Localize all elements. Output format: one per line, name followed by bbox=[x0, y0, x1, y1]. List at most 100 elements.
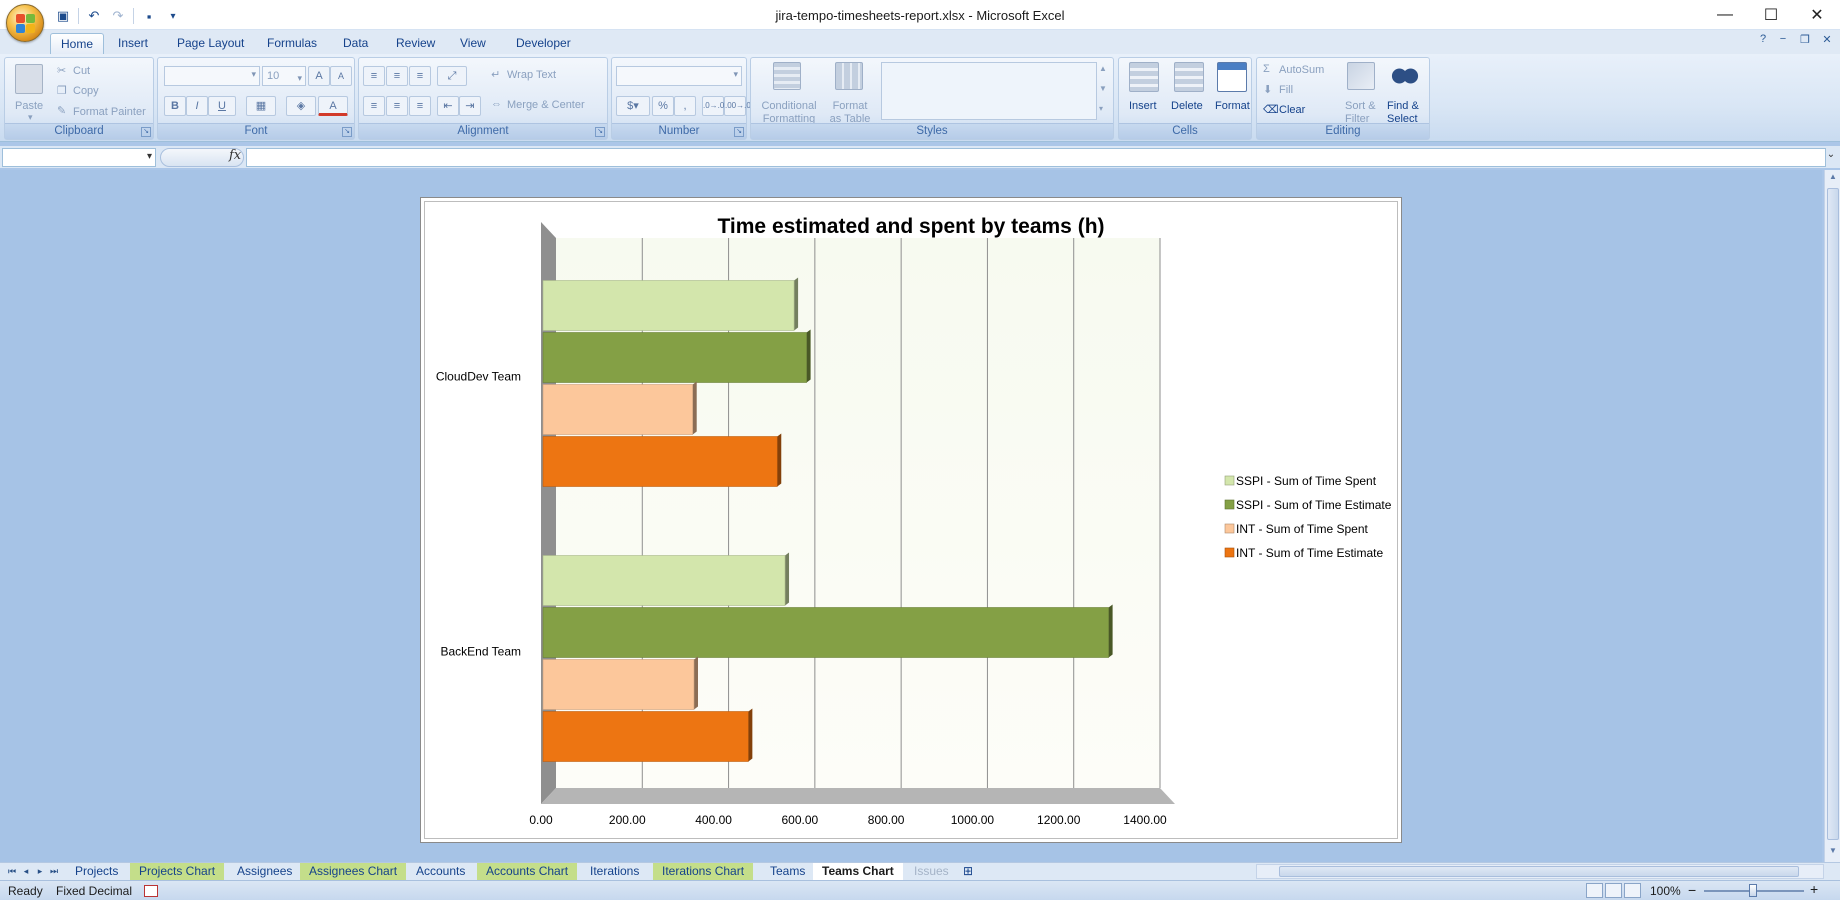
first-sheet-icon[interactable]: ⏮ bbox=[6, 864, 18, 879]
bar[interactable] bbox=[542, 659, 695, 710]
value-axis[interactable]: 0.00 200.00 400.00 600.00 800.00 1000.00 1200.… bbox=[529, 813, 1167, 827]
bar[interactable] bbox=[542, 607, 1109, 658]
bar[interactable] bbox=[542, 555, 786, 606]
sheet-tab-accounts-chart[interactable]: Accounts Chart bbox=[477, 863, 578, 880]
sheet-tab-assignees[interactable]: Assignees bbox=[228, 863, 301, 880]
bar-chart[interactable]: Time estimated and spent by teams (h) Ba… bbox=[421, 198, 1403, 844]
legend-entry[interactable]: INT - Sum of Time Spent bbox=[1236, 522, 1368, 536]
ribbon-close-icon[interactable]: ✕ bbox=[1818, 33, 1836, 49]
insert-function-button[interactable]: fx bbox=[229, 148, 241, 163]
copy-button[interactable]: Copy bbox=[73, 85, 99, 97]
format-painter-button[interactable]: Format Painter bbox=[73, 106, 146, 118]
scroll-up-icon[interactable]: ▲ bbox=[1827, 172, 1839, 186]
bar[interactable] bbox=[542, 332, 807, 383]
bar[interactable] bbox=[542, 436, 778, 487]
last-sheet-icon[interactable]: ⏭ bbox=[48, 864, 60, 879]
gallery-scroll-down-icon[interactable]: ▼ bbox=[1099, 84, 1107, 93]
vertical-scroll-thumb[interactable] bbox=[1827, 188, 1839, 840]
zoom-slider-knob[interactable] bbox=[1749, 884, 1757, 897]
sheet-tab-iterations-chart[interactable]: Iterations Chart bbox=[653, 863, 754, 880]
tab-insert[interactable]: Insert bbox=[108, 33, 158, 54]
font-name-combo[interactable] bbox=[164, 66, 260, 86]
autosum-button[interactable]: AutoSum bbox=[1279, 64, 1324, 76]
format-button[interactable]: Format bbox=[1215, 100, 1250, 112]
sheet-tab-teams-chart[interactable]: Teams Chart bbox=[813, 863, 903, 880]
zoom-out-button[interactable]: − bbox=[1688, 882, 1696, 898]
chart-area[interactable]: Time estimated and spent by teams (h) Ba… bbox=[420, 197, 1402, 843]
gallery-more-icon[interactable]: ▾ bbox=[1099, 104, 1103, 113]
sheet-tab-projects[interactable]: Projects bbox=[66, 863, 127, 880]
fill-button[interactable]: Fill bbox=[1279, 84, 1293, 96]
orientation-icon[interactable]: ⤢ bbox=[437, 66, 467, 86]
ribbon-restore-icon[interactable]: ❐ bbox=[1796, 33, 1814, 49]
sheet-tab-iterations[interactable]: Iterations bbox=[581, 863, 648, 880]
ribbon-minimize-icon[interactable]: − bbox=[1774, 33, 1792, 49]
align-center-icon[interactable]: ≡ bbox=[386, 96, 408, 116]
decrease-indent-icon[interactable]: ⇤ bbox=[437, 96, 459, 116]
zoom-level[interactable]: 100% bbox=[1650, 884, 1681, 898]
comma-button[interactable]: , bbox=[674, 96, 696, 116]
align-left-icon[interactable]: ≡ bbox=[363, 96, 385, 116]
tab-data[interactable]: Data bbox=[333, 33, 378, 54]
page-break-view-icon[interactable] bbox=[1624, 883, 1641, 898]
bold-button[interactable]: B bbox=[164, 96, 186, 116]
scroll-down-icon[interactable]: ▼ bbox=[1827, 846, 1839, 860]
legend-entry[interactable]: SSPI - Sum of Time Spent bbox=[1236, 474, 1377, 488]
formula-input[interactable] bbox=[246, 148, 1826, 167]
tab-review[interactable]: Review bbox=[386, 33, 445, 54]
paste-dropdown-icon[interactable]: ▾ bbox=[28, 112, 33, 123]
increase-indent-icon[interactable]: ⇥ bbox=[459, 96, 481, 116]
increase-decimal-button[interactable]: .0→.00 bbox=[702, 96, 729, 116]
tab-view[interactable]: View bbox=[450, 33, 496, 54]
vertical-scrollbar[interactable]: ▲ ▼ bbox=[1824, 170, 1840, 862]
merge-center-button[interactable]: Merge & Center bbox=[507, 99, 585, 111]
sheet-tab-assignees-chart[interactable]: Assignees Chart bbox=[300, 863, 407, 880]
format-as-table-button[interactable]: Format bbox=[825, 100, 875, 112]
align-top-icon[interactable]: ≡ bbox=[363, 66, 385, 86]
name-box[interactable] bbox=[2, 148, 156, 167]
macro-record-icon[interactable] bbox=[144, 885, 158, 897]
tab-formulas[interactable]: Formulas bbox=[257, 33, 327, 54]
grow-font-button[interactable]: A bbox=[308, 66, 330, 86]
office-button[interactable] bbox=[6, 4, 44, 42]
italic-button[interactable]: I bbox=[186, 96, 208, 116]
paste-button[interactable]: Paste bbox=[15, 100, 43, 112]
align-right-icon[interactable]: ≡ bbox=[409, 96, 431, 116]
normal-view-icon[interactable] bbox=[1586, 883, 1603, 898]
cut-button[interactable]: Cut bbox=[73, 65, 90, 77]
tab-home[interactable]: Home bbox=[50, 33, 105, 54]
sheet-tab-accounts[interactable]: Accounts bbox=[407, 863, 474, 880]
legend-entry[interactable]: SSPI - Sum of Time Estimate bbox=[1236, 498, 1392, 512]
wrap-text-button[interactable]: Wrap Text bbox=[507, 69, 556, 81]
maximize-button[interactable]: ☐ bbox=[1748, 0, 1794, 30]
font-color-button[interactable]: A bbox=[318, 96, 348, 116]
bar[interactable] bbox=[542, 711, 749, 762]
horizontal-scrollbar[interactable] bbox=[1256, 864, 1824, 879]
clear-button[interactable]: Clear bbox=[1279, 104, 1305, 116]
underline-button[interactable]: U bbox=[208, 96, 236, 116]
sheet-tab-issues[interactable]: Issues bbox=[905, 863, 958, 880]
align-bottom-icon[interactable]: ≡ bbox=[409, 66, 431, 86]
next-sheet-icon[interactable]: ▸ bbox=[34, 864, 46, 879]
bar[interactable] bbox=[542, 280, 795, 331]
tab-page-layout[interactable]: Page Layout bbox=[167, 33, 254, 54]
expand-formula-bar-icon[interactable]: ⌄ bbox=[1824, 149, 1838, 166]
font-size-combo[interactable]: 10 bbox=[262, 66, 306, 87]
page-layout-view-icon[interactable] bbox=[1605, 883, 1622, 898]
number-format-combo[interactable] bbox=[616, 66, 742, 86]
category-axis[interactable]: BackEnd Team CloudDev Team bbox=[436, 370, 521, 659]
close-button[interactable]: ✕ bbox=[1794, 0, 1840, 30]
chart-title[interactable]: Time estimated and spent by teams (h) bbox=[717, 215, 1104, 238]
sheet-tab-teams[interactable]: Teams bbox=[761, 863, 814, 880]
alignment-launcher-icon[interactable]: ↘ bbox=[595, 127, 605, 137]
number-launcher-icon[interactable]: ↘ bbox=[734, 127, 744, 137]
conditional-formatting-button[interactable]: Conditional bbox=[755, 100, 823, 112]
bar[interactable] bbox=[542, 384, 694, 435]
percent-button[interactable]: % bbox=[652, 96, 674, 116]
insert-button[interactable]: Insert bbox=[1129, 100, 1157, 112]
legend-entry[interactable]: INT - Sum of Time Estimate bbox=[1236, 546, 1383, 560]
font-launcher-icon[interactable]: ↘ bbox=[342, 127, 352, 137]
fill-color-icon[interactable]: ◈ bbox=[286, 96, 316, 116]
horizontal-scroll-thumb[interactable] bbox=[1279, 866, 1799, 877]
borders-icon[interactable]: ▦ bbox=[246, 96, 276, 116]
